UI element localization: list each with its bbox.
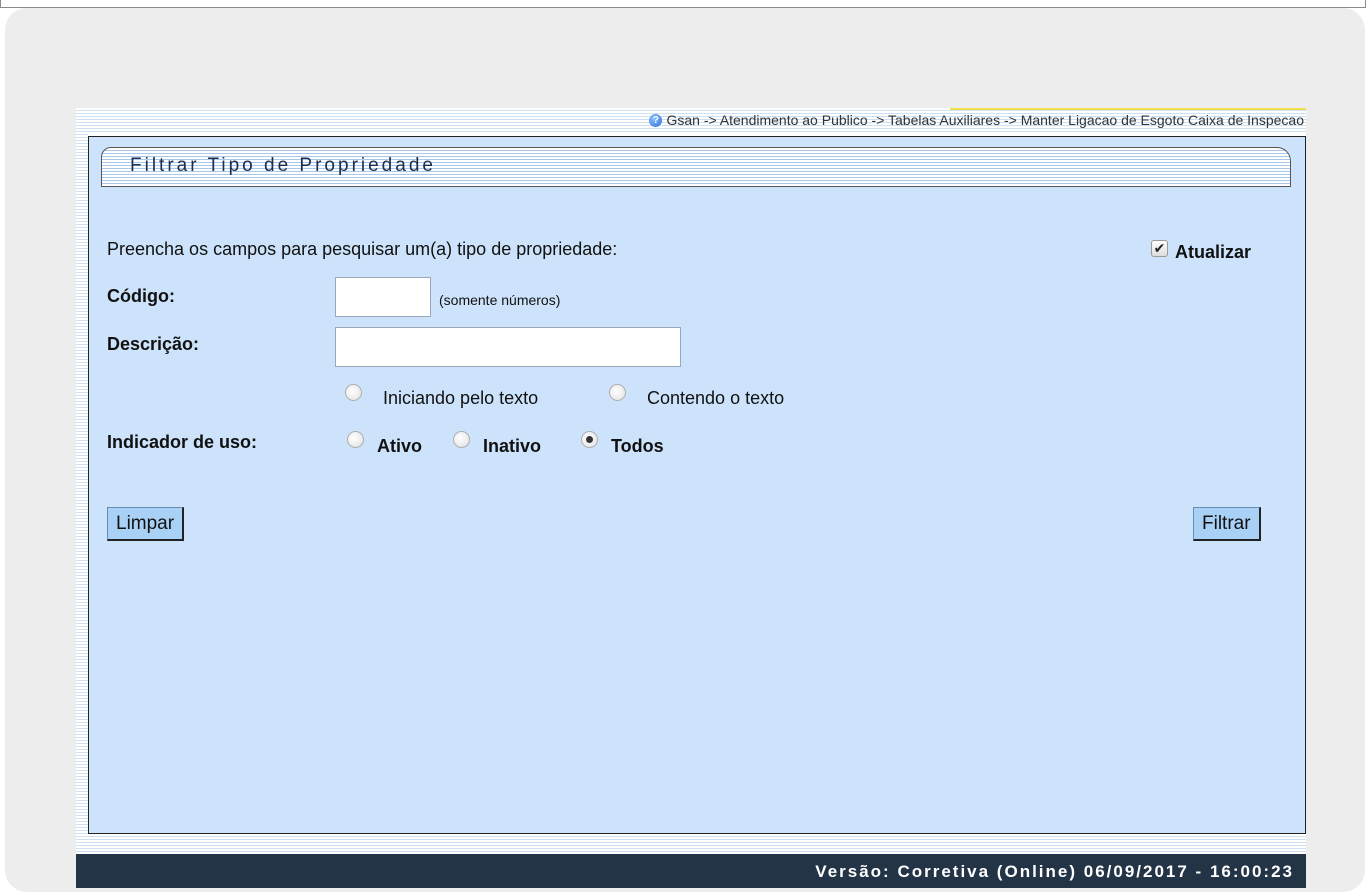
title-tab: Filtrar Tipo de Propriedade [101,147,1291,187]
breadcrumb-text[interactable]: Gsan -> Atendimento ao Publico -> Tabela… [666,112,1304,128]
filtrar-button[interactable]: Filtrar [1193,507,1261,541]
codigo-label: Código: [107,286,175,306]
bottom-stripes [76,834,1306,854]
breadcrumb: ? Gsan -> Atendimento ao Publico -> Tabe… [649,112,1304,128]
radio-ativo[interactable] [347,431,364,448]
gsan-frame: ? Gsan -> Atendimento ao Publico -> Tabe… [76,108,1306,888]
limpar-button[interactable]: Limpar [107,507,185,541]
instructions-text: Preencha os campos para pesquisar um(a) … [107,239,618,259]
atualizar-checkbox[interactable]: ✔ [1151,240,1168,257]
descricao-input[interactable] [335,327,681,367]
atualizar-label: Atualizar [1175,242,1252,262]
radio-contendo[interactable] [609,384,626,401]
indicador-uso-label: Indicador de uso: [107,432,258,452]
codigo-input[interactable] [335,277,431,317]
codigo-hint: (somente números) [439,292,561,308]
page-title: Filtrar Tipo de Propriedade [130,155,436,176]
breadcrumb-accent-line [950,108,1306,110]
version-text: Versão: Corretiva (Online) 06/09/2017 - … [815,862,1294,881]
radio-iniciando[interactable] [345,384,362,401]
radio-inativo-label: Inativo [483,436,542,456]
radio-todos[interactable] [581,431,598,448]
descricao-label: Descrição: [107,334,200,354]
footer-bar: Versão: Corretiva (Online) 06/09/2017 - … [76,854,1306,888]
radio-ativo-label: Ativo [377,436,422,456]
radio-contendo-label: Contendo o texto [647,388,785,408]
form-panel: Filtrar Tipo de Propriedade Preencha os … [88,136,1306,834]
radio-inativo[interactable] [453,431,470,448]
radio-iniciando-label: Iniciando pelo texto [383,388,539,408]
radio-todos-label: Todos [611,436,664,456]
help-icon[interactable]: ? [649,113,663,127]
screenshot-card: ? Gsan -> Atendimento ao Publico -> Tabe… [5,8,1365,892]
left-stripes [76,108,88,886]
breadcrumb-bar: ? Gsan -> Atendimento ao Publico -> Tabe… [76,108,1306,134]
top-strip [0,0,1366,8]
